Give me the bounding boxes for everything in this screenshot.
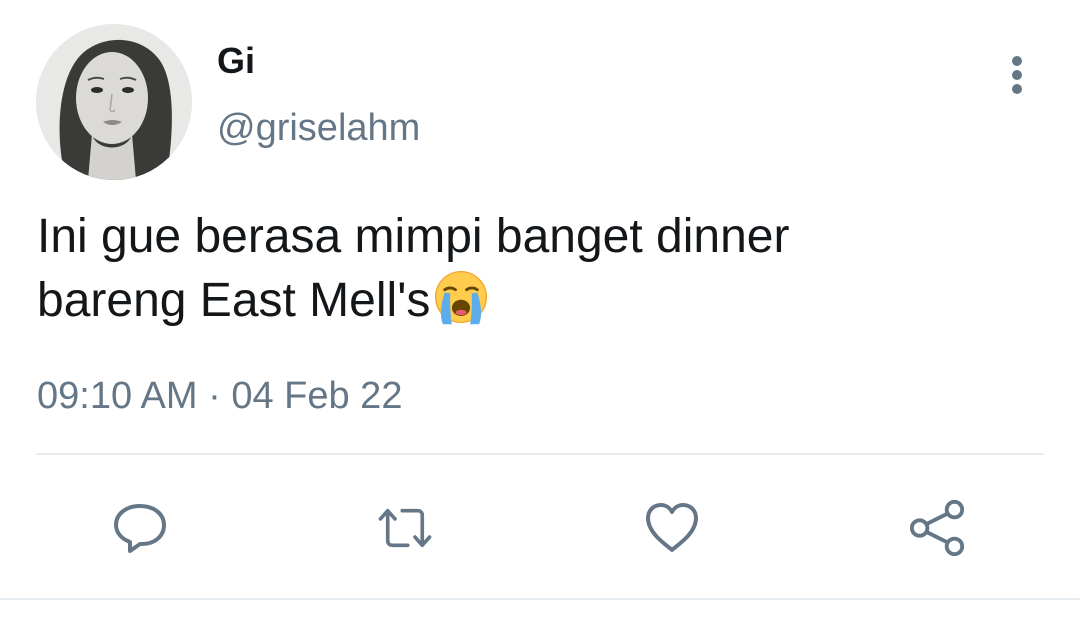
user-handle[interactable]: @griselahm xyxy=(217,106,420,150)
bottom-divider xyxy=(0,598,1080,600)
reply-button[interactable] xyxy=(110,498,170,558)
share-nodes-icon xyxy=(909,499,965,557)
tweet-text-line-with-emoji: bareng East Mell's xyxy=(37,268,1027,332)
heart-icon xyxy=(646,503,698,552)
tweet-text-line: Ini gue berasa mimpi banget dinner xyxy=(37,210,790,263)
speech-bubble-icon xyxy=(114,504,166,553)
divider xyxy=(36,453,1044,455)
tweet-card: Gi @griselahm Ini gue berasa mimpi bange… xyxy=(0,0,1080,618)
retweet-arrows-icon xyxy=(378,508,432,548)
more-options-dot xyxy=(1012,84,1022,94)
display-name[interactable]: Gi xyxy=(217,41,255,81)
share-button[interactable] xyxy=(908,498,968,558)
more-options-button[interactable] xyxy=(996,52,1038,98)
retweet-button[interactable] xyxy=(375,498,435,558)
tweet-timestamp[interactable]: 09:10 AM · 04 Feb 22 xyxy=(37,374,402,418)
avatar[interactable] xyxy=(36,24,192,180)
like-button[interactable] xyxy=(642,498,702,558)
more-options-icon xyxy=(1012,56,1022,66)
more-options-dot xyxy=(1012,70,1022,80)
tweet-text-line: bareng East Mell's xyxy=(37,274,431,327)
loudly-crying-face-icon xyxy=(435,270,488,325)
tweet-text: Ini gue berasa mimpi banget dinner baren… xyxy=(37,206,1027,332)
